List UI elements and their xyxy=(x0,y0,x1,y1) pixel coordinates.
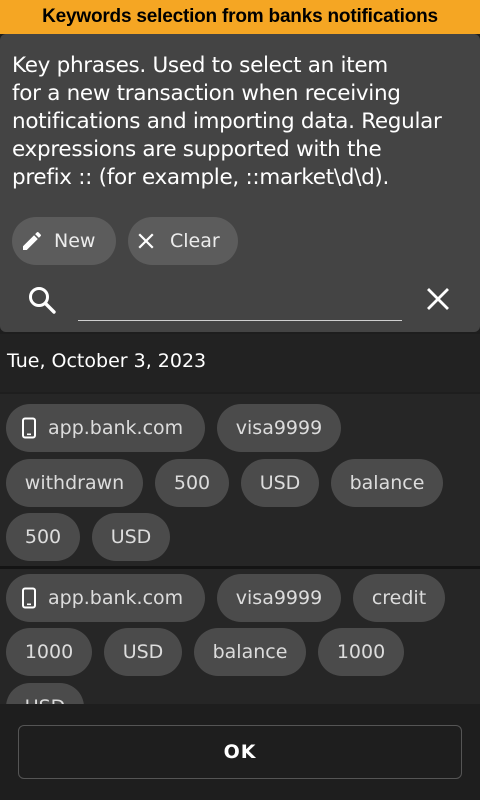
chip[interactable]: visa9999 xyxy=(217,574,341,622)
chip[interactable]: credit xyxy=(353,574,445,622)
description-line: expressions are supported with the xyxy=(12,137,382,162)
new-button-label: New xyxy=(54,230,96,252)
chip[interactable]: USD xyxy=(92,513,170,561)
ok-button[interactable]: OK xyxy=(18,725,462,779)
chip[interactable]: 1000 xyxy=(6,628,92,676)
chip[interactable]: 1000 xyxy=(318,628,404,676)
search-clear-icon[interactable] xyxy=(422,283,454,315)
search-underline xyxy=(78,320,402,321)
pencil-icon xyxy=(23,231,42,250)
chip[interactable]: withdrawn xyxy=(6,459,143,507)
description-line: Key phrases. Used to select an item xyxy=(12,53,388,78)
close-icon xyxy=(138,233,154,249)
chip-source[interactable]: app.bank.com xyxy=(6,404,205,452)
description-line: for a new transaction when receiving xyxy=(12,81,401,106)
chip[interactable]: USD xyxy=(6,683,84,704)
clear-button-label: Clear xyxy=(170,230,220,252)
chip-label: app.bank.com xyxy=(48,587,184,609)
description-line: notifications and importing data. Regula… xyxy=(12,109,442,134)
description-line: prefix :: (for example, ::market\d\d). xyxy=(12,165,390,190)
date-header: Tue, October 3, 2023 xyxy=(7,350,207,372)
window-title: Keywords selection from banks notificati… xyxy=(0,0,480,34)
phone-icon xyxy=(22,587,36,609)
clear-button[interactable]: Clear xyxy=(128,217,238,265)
chip[interactable]: USD xyxy=(241,459,319,507)
chip[interactable]: USD xyxy=(104,628,182,676)
chip[interactable]: 500 xyxy=(6,513,80,561)
chip-label: app.bank.com xyxy=(48,417,184,439)
app-root: Keywords selection from banks notificati… xyxy=(0,0,480,800)
chip[interactable]: visa9999 xyxy=(217,404,341,452)
description-text: Key phrases. Used to select an item for … xyxy=(12,52,474,192)
chip[interactable]: 500 xyxy=(155,459,229,507)
search-icon[interactable] xyxy=(26,284,58,316)
chip[interactable]: balance xyxy=(331,459,443,507)
notification-list: app.bank.com visa9999 withdrawn 500 USD … xyxy=(0,394,480,704)
chip[interactable]: balance xyxy=(194,628,306,676)
search-input[interactable] xyxy=(78,286,402,318)
chip-source[interactable]: app.bank.com xyxy=(6,574,205,622)
new-button[interactable]: New xyxy=(12,217,116,265)
phone-icon xyxy=(22,417,36,439)
